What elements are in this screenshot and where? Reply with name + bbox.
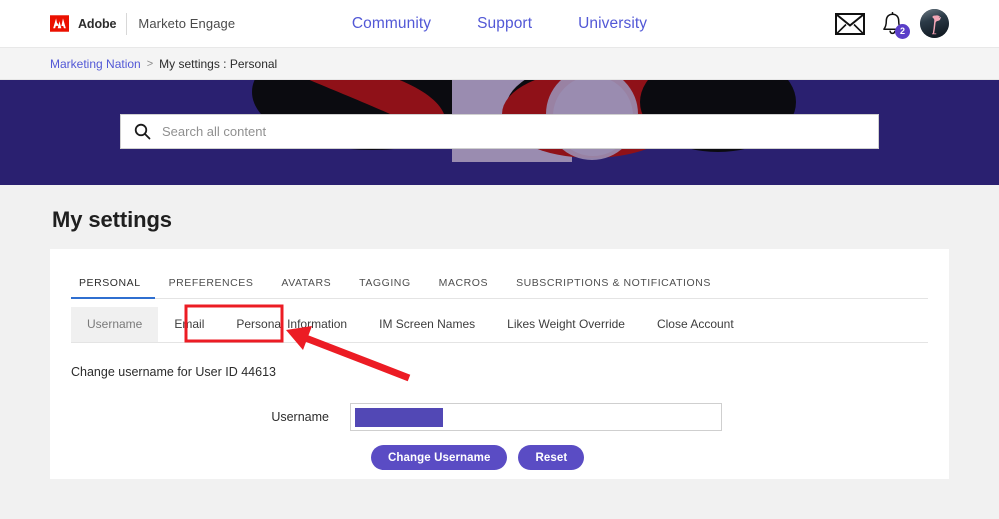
brand-divider <box>126 12 128 35</box>
brand-lockup[interactable]: Adobe <box>50 15 116 32</box>
page-body: My settings PERSONAL PREFERENCES AVATARS… <box>0 185 999 518</box>
main-nav: Community Support University <box>352 15 647 33</box>
page-title: My settings <box>52 207 172 232</box>
product-name: Marketo Engage <box>138 16 236 31</box>
username-redacted-value <box>355 407 443 427</box>
primary-tabs: PERSONAL PREFERENCES AVATARS TAGGING MAC… <box>71 249 928 299</box>
avatar[interactable] <box>920 9 949 38</box>
avatar-image <box>920 9 949 38</box>
tab-personal[interactable]: PERSONAL <box>71 271 155 299</box>
subtab-personal-information[interactable]: Personal Information <box>220 307 363 342</box>
form-actions: Change Username Reset <box>71 445 928 470</box>
top-header: Adobe Marketo Engage Community Support U… <box>0 0 999 48</box>
header-actions: 2 <box>835 9 949 39</box>
breadcrumb: Marketing Nation > My settings : Persona… <box>0 48 999 80</box>
change-username-button[interactable]: Change Username <box>371 445 508 470</box>
adobe-logo-icon <box>50 15 69 32</box>
adobe-wordmark: Adobe <box>78 16 117 31</box>
subtab-likes-weight-override[interactable]: Likes Weight Override <box>491 307 641 342</box>
username-label: Username <box>271 410 329 424</box>
secondary-tabs: Username Email Personal Information IM S… <box>71 307 928 343</box>
search-input[interactable] <box>162 124 865 139</box>
breadcrumb-separator: > <box>146 57 154 70</box>
reset-button[interactable]: Reset <box>518 445 585 470</box>
tab-macros[interactable]: MACROS <box>425 271 502 299</box>
username-form-row: Username <box>71 403 928 431</box>
subtab-username[interactable]: Username <box>71 307 159 342</box>
form-heading: Change username for User ID 44613 <box>71 365 276 379</box>
username-input[interactable] <box>350 403 722 431</box>
search-box[interactable] <box>120 114 879 149</box>
notifications-button[interactable]: 2 <box>882 11 910 39</box>
breadcrumb-link-root[interactable]: Marketing Nation <box>50 57 141 71</box>
notification-count-badge: 2 <box>895 23 910 39</box>
nav-link-university[interactable]: University <box>578 15 647 33</box>
breadcrumb-current: My settings : Personal <box>159 56 278 71</box>
messages-button[interactable] <box>835 12 865 35</box>
nav-link-community[interactable]: Community <box>352 15 431 33</box>
hero-banner <box>0 80 999 185</box>
search-icon <box>134 123 151 140</box>
envelope-icon <box>835 12 865 35</box>
tab-subscriptions-notifications[interactable]: SUBSCRIPTIONS & NOTIFICATIONS <box>502 271 725 299</box>
subtab-close-account[interactable]: Close Account <box>641 307 750 342</box>
settings-card: PERSONAL PREFERENCES AVATARS TAGGING MAC… <box>50 249 949 479</box>
tab-preferences[interactable]: PREFERENCES <box>155 271 268 299</box>
tab-tagging[interactable]: TAGGING <box>345 271 425 299</box>
nav-link-support[interactable]: Support <box>477 15 532 33</box>
hero-search-container <box>120 114 879 149</box>
subtab-im-screen-names[interactable]: IM Screen Names <box>363 307 491 342</box>
subtab-email[interactable]: Email <box>158 307 220 342</box>
tab-avatars[interactable]: AVATARS <box>267 271 345 299</box>
